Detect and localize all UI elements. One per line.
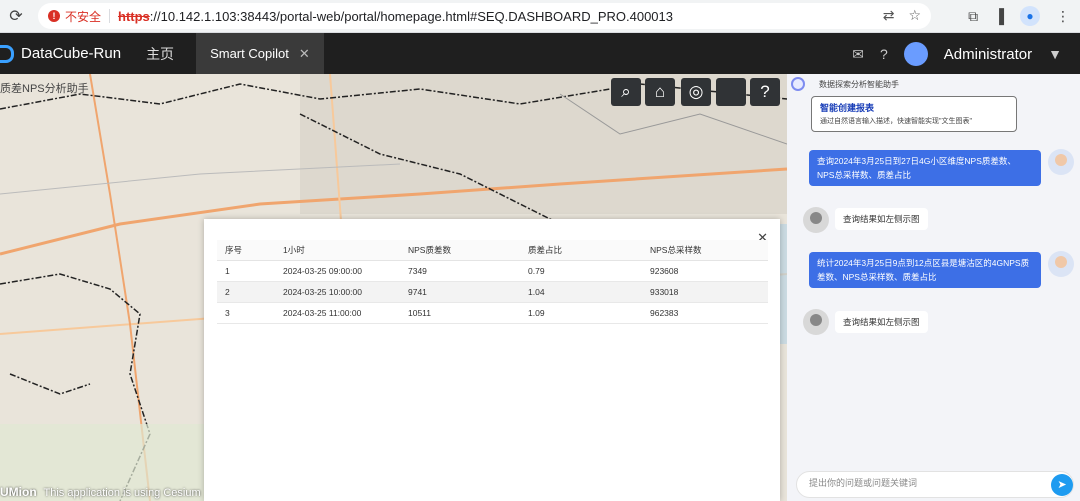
user-avatar[interactable] (903, 42, 928, 66)
help-icon[interactable]: ? (880, 46, 888, 62)
create-report-card[interactable]: 智能创建报表 通过自然语言输入描述，快速智能实现"文生图表" (811, 96, 1017, 132)
col-header: 1小时 (275, 240, 400, 261)
logo-icon (0, 44, 14, 63)
col-header: 质差占比 (520, 240, 642, 261)
assistant-message: 查询结果如左侧示图 (835, 208, 928, 230)
cell: 0.79 (520, 260, 642, 282)
cell: 1.04 (520, 281, 642, 303)
mail-icon[interactable]: ✉ (852, 46, 864, 63)
cell: 2 (217, 281, 275, 303)
nav-home[interactable]: 主页 (146, 44, 174, 64)
bookmark-star-icon[interactable]: ☆ (908, 7, 921, 24)
table-row[interactable]: 3 2024-03-25 11:00:00 10511 1.09 962383 (217, 302, 768, 324)
help-icon[interactable]: ? (750, 78, 780, 106)
address-bar[interactable]: ! 不安全 https ://10.142.1.103:38443/portal… (38, 3, 931, 29)
cell: 2024-03-25 09:00:00 (275, 260, 400, 282)
caret-down-icon[interactable]: ▼ (1048, 46, 1062, 62)
url-protocol: https (118, 8, 150, 24)
search-icon[interactable]: ⌕ (611, 78, 641, 106)
side-panel-icon[interactable]: ▐ (994, 8, 1004, 24)
cell: 10511 (400, 302, 520, 324)
tab-label: Smart Copilot (210, 46, 289, 61)
cell: 933018 (642, 281, 768, 303)
browser-toolbar: ⟳ ! 不安全 https ://10.142.1.103:38443/port… (0, 0, 1080, 33)
copilot-chat-panel: 数据探索分析智能助手 智能创建报表 通过自然语言输入描述，快速智能实现"文生图表… (787, 74, 1080, 501)
url-text: ://10.142.1.103:38443/portal-web/portal/… (149, 8, 673, 24)
cell: 3 (217, 302, 275, 324)
chat-input-wrapper (796, 471, 1074, 498)
assistant-avatar (803, 309, 829, 335)
globe-icon[interactable]: ◎ (681, 78, 711, 106)
user-message: 统计2024年3月25日9点到12点区县是塘沽区的4GNPS质差数、NPS总采样… (809, 252, 1041, 288)
user-avatar (1048, 149, 1074, 175)
card-title: 智能创建报表 (820, 103, 875, 113)
map-attribution: UMion This application is using Cesium (0, 485, 201, 499)
extensions-icon[interactable]: ⧉ (968, 8, 978, 25)
cell: 962383 (642, 302, 768, 324)
app-header: DataCube-Run 主页 Smart Copilot ✕ ✉ ? Admi… (0, 33, 1080, 74)
result-table: 序号 1小时 NPS质差数 质差占比 NPS总采样数 1 2024-03-25 … (217, 240, 768, 324)
col-header: 序号 (217, 240, 275, 261)
assistant-message: 查询结果如左侧示图 (835, 311, 928, 333)
assistant-icon (791, 77, 805, 91)
cell: 9741 (400, 281, 520, 303)
security-label[interactable]: 不安全 (65, 8, 101, 25)
profile-icon[interactable]: ● (1020, 6, 1040, 26)
col-header: NPS质差数 (400, 240, 520, 261)
menu-kebab-icon[interactable]: ⋮ (1056, 8, 1070, 25)
cesium-logo: UMion (0, 485, 37, 499)
close-icon[interactable]: ✕ (299, 46, 310, 62)
layers-icon[interactable] (716, 78, 746, 106)
not-secure-icon: ! (48, 10, 60, 22)
table-header-row: 序号 1小时 NPS质差数 质差占比 NPS总采样数 (217, 240, 768, 261)
cell: 1 (217, 260, 275, 282)
user-avatar (1048, 251, 1074, 277)
map-title: 质差NPS分析助手 (0, 83, 89, 95)
user-message: 查询2024年3月25日到27日4G小区维度NPS质差数、NPS总采样数、质差占… (809, 150, 1041, 186)
user-name[interactable]: Administrator (944, 46, 1032, 63)
chat-title: 数据探索分析智能助手 (819, 80, 899, 89)
col-header: NPS总采样数 (642, 240, 768, 261)
cell: 1.09 (520, 302, 642, 324)
translate-icon[interactable]: ⇄ (883, 7, 895, 24)
cell: 7349 (400, 260, 520, 282)
table-row[interactable]: 2 2024-03-25 10:00:00 9741 1.04 933018 (217, 281, 768, 303)
cell: 923608 (642, 260, 768, 282)
tab-smart-copilot[interactable]: Smart Copilot ✕ (196, 33, 324, 74)
attribution-text: This application is using Cesium (43, 487, 201, 499)
home-icon[interactable]: ⌂ (645, 78, 675, 106)
send-icon[interactable]: ➤ (1051, 474, 1073, 496)
cell: 2024-03-25 10:00:00 (275, 281, 400, 303)
table-row[interactable]: 1 2024-03-25 09:00:00 7349 0.79 923608 (217, 260, 768, 282)
card-subtitle: 通过自然语言输入描述，快速智能实现"文生图表" (820, 118, 972, 125)
app-title: DataCube-Run (21, 45, 122, 62)
assistant-avatar (803, 207, 829, 233)
reload-icon[interactable]: ⟳ (2, 6, 30, 26)
divider (109, 9, 111, 23)
chat-input[interactable] (809, 478, 1029, 488)
result-panel: ✕ 序号 1小时 NPS质差数 质差占比 NPS总采样数 1 2024-03-2… (204, 219, 780, 501)
cell: 2024-03-25 11:00:00 (275, 302, 400, 324)
